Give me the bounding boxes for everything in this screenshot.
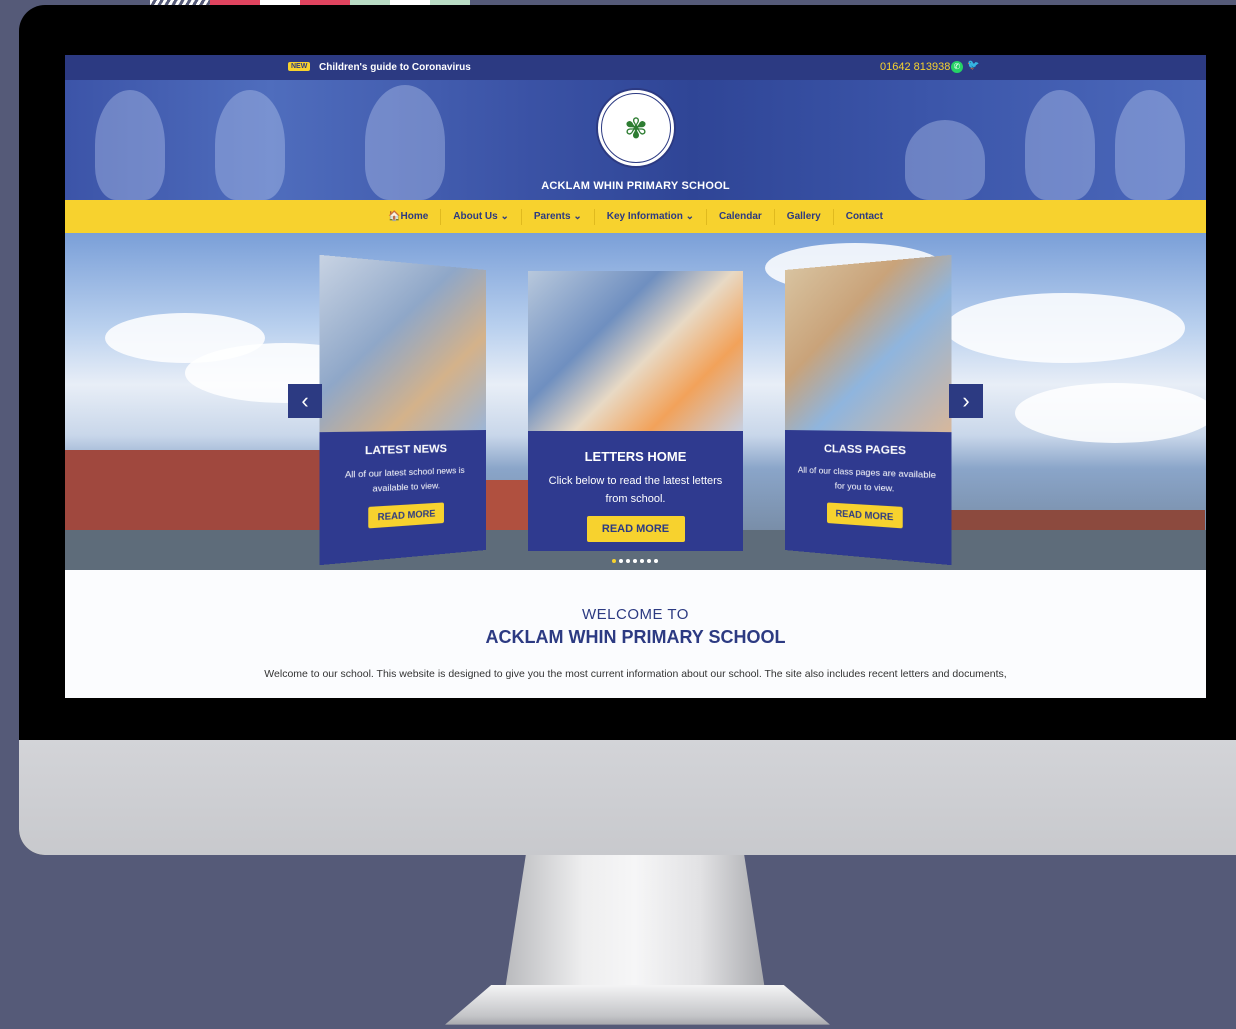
letters-home-card[interactable]: LETTERS HOME Click below to read the lat… xyxy=(528,271,743,551)
card-title: LATEST NEWS xyxy=(364,442,447,458)
chevron-right-icon: › xyxy=(962,388,970,413)
card-text: All of our latest school news is availab… xyxy=(344,464,465,494)
new-badge: NEW xyxy=(288,62,311,71)
nav-parents[interactable]: Parents ⌄ xyxy=(522,208,595,225)
nav-key-information[interactable]: Key Information ⌄ xyxy=(595,208,707,225)
nav-home[interactable]: 🏠Home xyxy=(376,208,442,225)
slider-dot[interactable] xyxy=(612,559,616,563)
nav-gallery[interactable]: Gallery xyxy=(775,208,834,225)
slider-next-button[interactable]: › xyxy=(949,384,983,418)
card-title: CLASS PAGES xyxy=(823,442,907,458)
read-more-button[interactable]: READ MORE xyxy=(368,502,444,529)
coronavirus-guide-link[interactable]: Children's guide to Coronavirus xyxy=(319,62,471,73)
monitor-base xyxy=(445,985,830,1025)
slider-prev-button[interactable]: ‹ xyxy=(288,384,322,418)
school-logo[interactable]: ✾ xyxy=(596,88,676,168)
slider-dot[interactable] xyxy=(654,559,658,563)
monitor-stand xyxy=(505,855,765,990)
welcome-heading-small: WELCOME TO xyxy=(582,606,689,623)
top-bar: NEW Children's guide to Coronavirus 0164… xyxy=(65,55,1206,80)
read-more-button[interactable]: READ MORE xyxy=(827,502,903,529)
welcome-heading-large: ACKLAM WHIN PRIMARY SCHOOL xyxy=(485,627,786,647)
slider-dot[interactable] xyxy=(626,559,630,563)
card-text: Click below to read the latest letters f… xyxy=(548,475,723,505)
slider-dot[interactable] xyxy=(647,559,651,563)
cloud xyxy=(1015,383,1206,443)
school-name: ACKLAM WHIN PRIMARY SCHOOL xyxy=(541,180,730,192)
twitter-icon[interactable]: 🐦 xyxy=(967,60,979,71)
slider-dots xyxy=(612,559,658,563)
class-pages-card[interactable]: CLASS PAGES All of our class pages are a… xyxy=(785,254,952,566)
latest-news-card[interactable]: LATEST NEWS All of our latest school new… xyxy=(319,254,486,566)
monitor-chin xyxy=(19,740,1236,855)
nav-calendar[interactable]: Calendar xyxy=(707,208,775,225)
hero-slider: LATEST NEWS All of our latest school new… xyxy=(65,233,1206,570)
main-nav: 🏠Home About Us ⌄ Parents ⌄ Key Informati… xyxy=(65,200,1206,233)
card-text: All of our class pages are available for… xyxy=(797,464,937,494)
slider-dot[interactable] xyxy=(619,559,623,563)
card-title: LETTERS HOME xyxy=(584,449,687,464)
card-photo xyxy=(785,254,952,433)
card-photo xyxy=(528,271,743,431)
nav-contact[interactable]: Contact xyxy=(834,209,895,225)
nav-about-us[interactable]: About Us ⌄ xyxy=(441,208,522,225)
chevron-left-icon: ‹ xyxy=(301,388,309,413)
welcome-body-text: Welcome to our school. This website is d… xyxy=(264,668,1007,680)
whatsapp-icon[interactable]: ✆ xyxy=(951,61,963,73)
tree-logo-icon: ✾ xyxy=(601,93,671,163)
phone-number[interactable]: 01642 813938 xyxy=(880,61,950,73)
card-photo xyxy=(319,254,486,433)
slider-dot[interactable] xyxy=(640,559,644,563)
cloud xyxy=(945,293,1185,363)
website-screen: NEW Children's guide to Coronavirus 0164… xyxy=(65,55,1206,698)
read-more-button[interactable]: READ MORE xyxy=(586,516,685,542)
welcome-section: WELCOME TO ACKLAM WHIN PRIMARY SCHOOL We… xyxy=(65,570,1206,698)
header-banner: ✾ ACKLAM WHIN PRIMARY SCHOOL xyxy=(65,80,1206,200)
slider-dot[interactable] xyxy=(633,559,637,563)
